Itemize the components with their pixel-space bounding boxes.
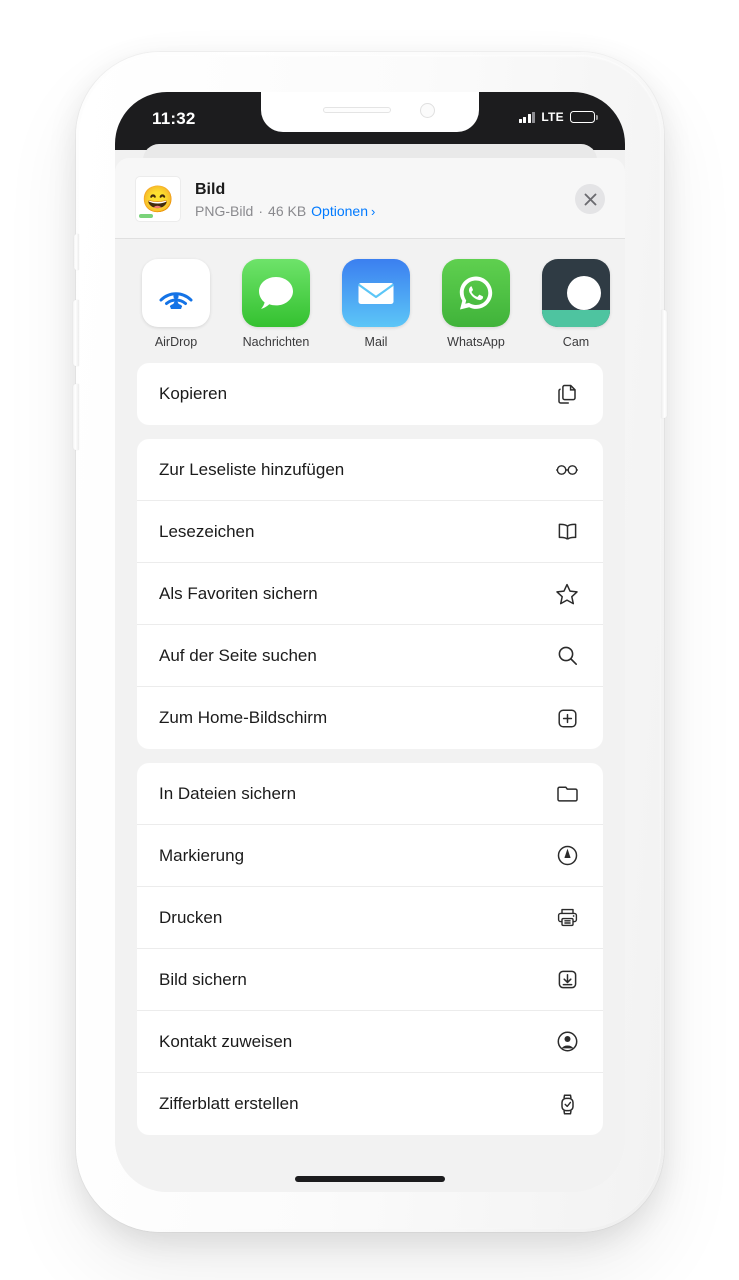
share-target-label: Cam [562,335,590,349]
action-label: Zifferblatt erstellen [159,1094,299,1113]
copy-icon [553,380,581,408]
share-target-camera[interactable]: Cam [537,259,615,349]
messages-icon [242,259,310,327]
action-row-dateien[interactable]: In Dateien sichern [137,763,603,825]
action-row-drucken[interactable]: Drucken [137,887,603,949]
action-label: In Dateien sichern [159,783,297,803]
person-circle-icon [553,1028,581,1056]
phone-screen: 11:32 LTE 😄 Bild PNG-Bild · 46 KB Option… [115,92,625,1192]
battery-icon [570,110,598,124]
file-size: 46 KB [268,202,307,219]
action-row-homescreen[interactable]: Zum Home-Bildschirm [137,687,603,749]
action-label: Als Favoriten sichern [159,583,318,603]
share-target-label: AirDrop [154,335,198,349]
share-sheet: 😄 Bild PNG-Bild · 46 KB Optionen › AirDr… [115,158,625,1192]
status-time: 11:32 [152,109,196,128]
action-label: Markierung [159,845,245,865]
folder-icon [553,780,581,808]
home-indicator[interactable] [295,1176,445,1182]
share-sheet-header: 😄 Bild PNG-Bild · 46 KB Optionen › [115,158,625,239]
search-icon [553,642,581,670]
action-row-favoriten[interactable]: Als Favoriten sichern [137,563,603,625]
action-group-2: Zur Leseliste hinzufügen Lesezeichen Als… [137,439,603,749]
share-target-mail[interactable]: Mail [337,259,415,349]
action-row-suchen[interactable]: Auf der Seite suchen [137,625,603,687]
action-row-kopieren[interactable]: Kopieren [137,363,603,425]
glasses-icon [553,456,581,484]
printer-icon [553,904,581,932]
airdrop-icon [142,259,210,327]
notch [261,92,479,132]
silent-switch[interactable] [74,234,79,270]
iphone-device: 11:32 LTE 😄 Bild PNG-Bild · 46 KB Option… [73,52,667,1232]
action-label: Kopieren [159,384,228,403]
action-label: Zur Leseliste hinzufügen [159,459,345,479]
thumbnail-accent-bar [139,214,153,218]
share-target-whatsapp[interactable]: WhatsApp [437,259,515,349]
screen-content: 11:32 LTE 😄 Bild PNG-Bild · 46 KB Option… [115,92,625,1192]
action-row-lesezeichen[interactable]: Lesezeichen [137,501,603,563]
action-label: Lesezeichen [159,521,255,541]
share-targets-row[interactable]: AirDrop Nachrichten Mail WhatsApp Cam [115,239,625,363]
file-meta: PNG-Bild · 46 KB Optionen › [195,203,565,219]
file-title: Bild [195,180,226,198]
camera-app-icon [542,259,610,327]
action-label: Kontakt zuweisen [159,1031,293,1051]
share-target-messages[interactable]: Nachrichten [237,259,315,349]
action-group-1: Kopieren [137,363,603,425]
file-info: Bild PNG-Bild · 46 KB Optionen › [195,180,565,219]
action-label: Zum Home-Bildschirm [159,708,328,727]
action-label: Auf der Seite suchen [159,645,317,665]
star-icon [553,580,581,608]
action-row-zifferblatt[interactable]: Zifferblatt erstellen [137,1073,603,1135]
close-icon [584,193,596,205]
mail-icon [342,259,410,327]
close-button[interactable] [575,184,605,214]
add-to-homescreen-icon [553,704,581,732]
watch-icon [553,1090,581,1118]
share-target-label: Nachrichten [242,335,310,349]
options-link[interactable]: Optionen [311,203,368,219]
file-thumbnail: 😄 [135,176,181,222]
thumbnail-emoji: 😄 [141,184,175,214]
download-icon [553,966,581,994]
action-row-leseliste[interactable]: Zur Leseliste hinzufügen [137,439,603,501]
earpiece-speaker-icon [323,107,391,113]
action-row-markierung[interactable]: Markierung [137,825,603,887]
action-label: Bild sichern [159,969,247,989]
share-target-label: Mail [364,335,388,349]
carrier-label: LTE [541,110,564,124]
share-target-label: WhatsApp [447,335,505,349]
status-indicators: LTE [518,110,598,124]
meta-separator: · [258,202,264,219]
chevron-right-icon[interactable]: › [371,204,375,219]
action-group-3: In Dateien sichern Markierung Drucken Bi… [137,763,603,1135]
book-icon [553,518,581,546]
whatsapp-icon [442,259,510,327]
file-type: PNG-Bild [195,202,254,219]
volume-up-button[interactable] [73,300,79,366]
markup-pen-icon [553,842,581,870]
share-target-airdrop[interactable]: AirDrop [137,259,215,349]
action-row-kontakt[interactable]: Kontakt zuweisen [137,1011,603,1073]
action-row-bild-sichern[interactable]: Bild sichern [137,949,603,1011]
front-camera-icon [420,103,435,118]
signal-strength-icon [518,111,536,123]
action-label: Drucken [159,907,223,927]
volume-down-button[interactable] [73,384,79,450]
power-button[interactable] [661,310,667,418]
